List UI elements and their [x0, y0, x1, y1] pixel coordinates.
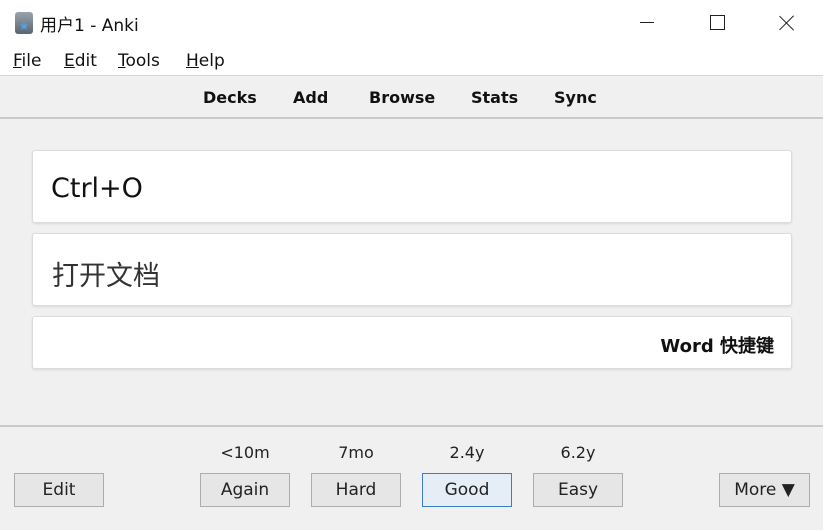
close-icon [779, 15, 795, 31]
edit-button[interactable]: Edit [14, 473, 104, 507]
easy-button[interactable]: Easy [533, 473, 623, 507]
menu-file[interactable]: File [13, 51, 41, 71]
interval-hard: 7mo [338, 443, 374, 462]
toolbar-stats[interactable]: Stats [471, 88, 518, 107]
minimize-button[interactable] [612, 0, 682, 45]
minimize-icon [640, 22, 654, 23]
card-back-field: 打开文档 [32, 233, 792, 306]
card-front-text: Ctrl+O [51, 173, 143, 204]
card-front-field: Ctrl+O [32, 150, 792, 223]
maximize-icon [709, 15, 725, 30]
window-title: 用户1 - Anki [40, 16, 139, 36]
menu-edit[interactable]: Edit [64, 51, 97, 71]
title-bar: ★ 用户1 - Anki [0, 0, 823, 45]
good-button[interactable]: Good [422, 473, 512, 507]
toolbar-sync[interactable]: Sync [554, 88, 597, 107]
answer-bar: <10m 7mo 2.4y 6.2y Edit Again Hard Good … [0, 425, 823, 530]
close-button[interactable] [752, 0, 822, 45]
toolbar-add[interactable]: Add [293, 88, 328, 107]
card-tag-text: Word 快捷键 [660, 336, 774, 357]
more-button[interactable]: More ▼ [719, 473, 810, 507]
app-icon: ★ [15, 12, 33, 34]
menu-help[interactable]: Help [186, 51, 225, 71]
toolbar-decks[interactable]: Decks [203, 88, 257, 107]
card-area: Ctrl+O 打开文档 Word 快捷键 [0, 119, 823, 425]
menu-tools[interactable]: Tools [118, 51, 160, 71]
card-tag-field: Word 快捷键 [32, 316, 792, 369]
interval-good: 2.4y [449, 443, 485, 462]
hard-button[interactable]: Hard [311, 473, 401, 507]
again-button[interactable]: Again [200, 473, 290, 507]
toolbar-browse[interactable]: Browse [369, 88, 435, 107]
menu-bar: File Edit Tools Help [0, 45, 823, 76]
card-back-text: 打开文档 [52, 261, 160, 292]
interval-again: <10m [220, 443, 270, 462]
maximize-button[interactable] [682, 0, 752, 45]
interval-easy: 6.2y [560, 443, 596, 462]
main-toolbar: Decks Add Browse Stats Sync [0, 76, 823, 119]
